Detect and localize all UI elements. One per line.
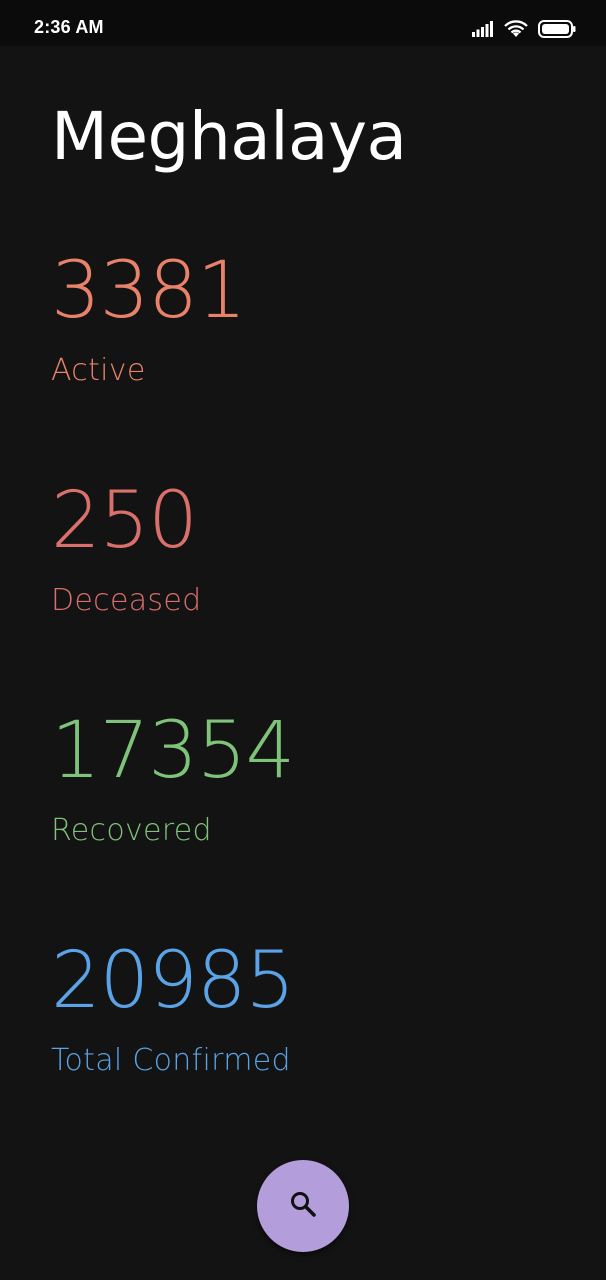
search-button[interactable] bbox=[257, 1160, 349, 1252]
stat-active-label: Active bbox=[51, 353, 146, 388]
stat-recovered-label: Recovered bbox=[51, 813, 212, 848]
stat-total-confirmed: 20985 Total Confirmed bbox=[51, 936, 295, 1078]
stat-total-confirmed-label: Total Confirmed bbox=[51, 1043, 291, 1078]
stat-recovered: 17354 Recovered bbox=[51, 706, 295, 848]
stat-deceased-label: Deceased bbox=[51, 583, 202, 618]
stat-active-value: 3381 bbox=[51, 246, 247, 336]
status-bar: 2:36 AM bbox=[0, 0, 606, 46]
stat-active: 3381 Active bbox=[51, 246, 247, 388]
search-icon bbox=[288, 1189, 318, 1223]
battery-icon bbox=[538, 20, 576, 38]
stat-deceased: 250 Deceased bbox=[51, 482, 201, 616]
page-title: Meghalaya bbox=[51, 98, 407, 175]
stat-recovered-value: 17354 bbox=[51, 706, 295, 796]
status-icons bbox=[472, 17, 576, 41]
status-time: 2:36 AM bbox=[34, 17, 104, 37]
signal-icon bbox=[472, 21, 494, 37]
stat-deceased-value: 250 bbox=[51, 476, 198, 566]
wifi-icon bbox=[504, 20, 528, 38]
stat-total-confirmed-value: 20985 bbox=[51, 936, 295, 1026]
